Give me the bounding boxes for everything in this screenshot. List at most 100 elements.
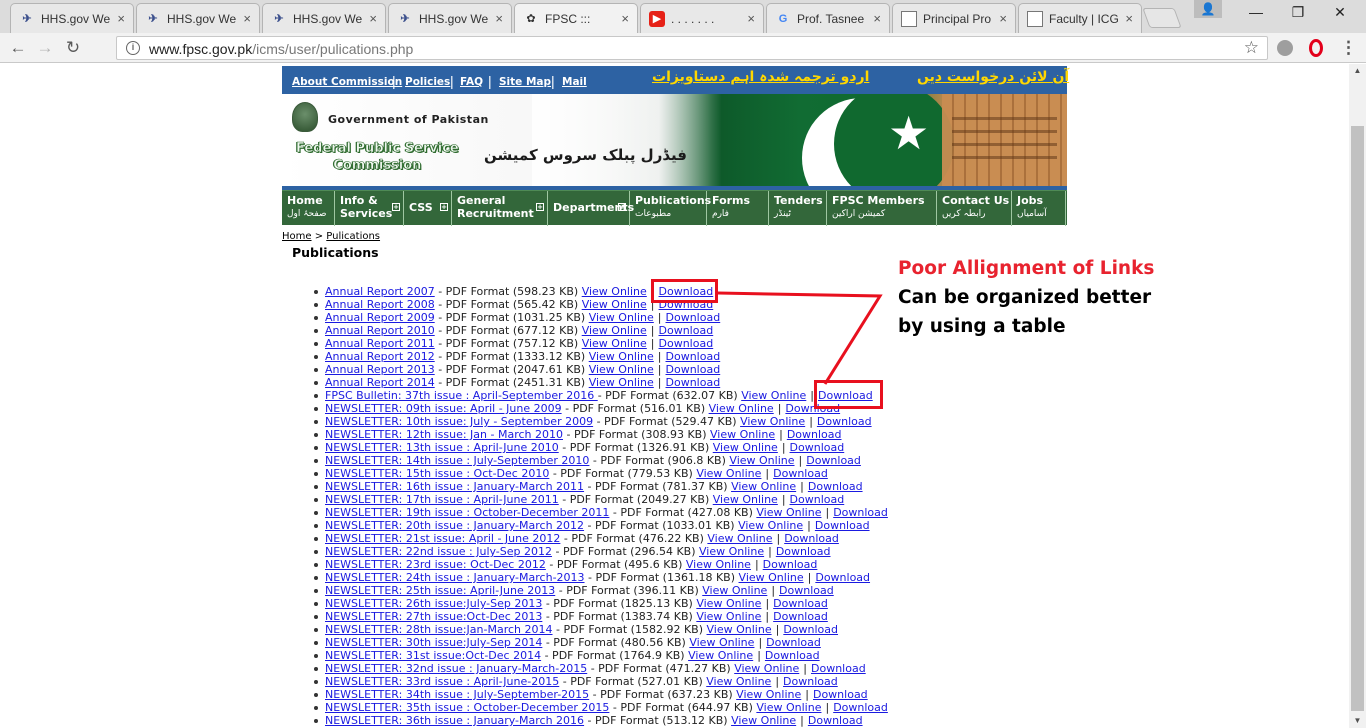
about-commission-link[interactable]: About Commission [292, 76, 402, 88]
vertical-scrollbar[interactable]: ▲ ▼ [1349, 64, 1366, 728]
nav-item-tenders[interactable]: Tenders ٹینڈر [769, 191, 827, 226]
browser-tab[interactable]: ✈ HHS.gov We × [388, 3, 512, 33]
tab-close-icon[interactable]: × [369, 11, 377, 26]
site-map-link[interactable]: Site Map [499, 76, 551, 88]
download-link[interactable]: Download [833, 701, 888, 714]
browser-tab[interactable]: ✿ FPSC ::: × [514, 3, 638, 33]
publication-title-link[interactable]: Annual Report 2007 [325, 285, 435, 298]
view-online-link[interactable]: View Online [706, 675, 771, 688]
browser-menu-icon[interactable]: ⋮ [1340, 38, 1357, 58]
tab-close-icon[interactable]: × [747, 11, 755, 26]
view-online-link[interactable]: View Online [702, 584, 767, 597]
expand-plus-icon[interactable]: + [440, 203, 448, 211]
profile-icon[interactable]: 👤 [1194, 0, 1222, 18]
browser-tab[interactable]: Principal Pro × [892, 3, 1016, 33]
publication-title-link[interactable]: NEWSLETTER: 24th issue : January-March-2… [325, 571, 585, 584]
bookmark-star-icon[interactable]: ☆ [1244, 38, 1259, 58]
browser-tab[interactable]: Faculty | ICG × [1018, 3, 1142, 33]
publication-title-link[interactable]: NEWSLETTER: 14th issue : July-September … [325, 454, 589, 467]
view-online-link[interactable]: View Online [740, 415, 805, 428]
download-link[interactable]: Download [773, 467, 828, 480]
view-online-link[interactable]: View Online [713, 493, 778, 506]
view-online-link[interactable]: View Online [582, 337, 647, 350]
publication-title-link[interactable]: NEWSLETTER: 34th issue : July-September-… [325, 688, 589, 701]
breadcrumb-home-link[interactable]: Home [282, 231, 312, 242]
download-link[interactable]: Download [773, 597, 828, 610]
download-link[interactable]: Download [666, 311, 721, 324]
nav-item-home[interactable]: Home صفحۂ اول [282, 191, 335, 226]
browser-tab[interactable]: ✈ HHS.gov We × [10, 3, 134, 33]
download-link[interactable]: Download [666, 363, 721, 376]
publication-title-link[interactable]: NEWSLETTER: 19th issue : October-Decembe… [325, 506, 609, 519]
publication-title-link[interactable]: NEWSLETTER: 13th issue : April-June 2010 [325, 441, 559, 454]
view-online-link[interactable]: View Online [589, 376, 654, 389]
expand-plus-icon[interactable]: + [392, 203, 400, 211]
publication-title-link[interactable]: Annual Report 2013 [325, 363, 435, 376]
nav-item-departments[interactable]: Departments + [548, 191, 634, 226]
download-link[interactable]: Download [765, 649, 820, 662]
view-online-link[interactable]: View Online [589, 311, 654, 324]
nav-item-general[interactable]: General Recruitment + [452, 191, 548, 226]
nav-item-contact-us[interactable]: Contact Us رابطہ کریں [937, 191, 1012, 226]
view-online-link[interactable]: View Online [589, 363, 654, 376]
publication-title-link[interactable]: NEWSLETTER: 28th issue:Jan-March 2014 [325, 623, 553, 636]
opera-extension-icon[interactable] [1309, 39, 1323, 57]
view-online-link[interactable]: View Online [709, 402, 774, 415]
download-link[interactable]: Download [811, 662, 866, 675]
nav-item-publications[interactable]: Publications مطبوعات [630, 191, 711, 226]
scrollbar-thumb[interactable] [1351, 126, 1364, 711]
expand-plus-icon[interactable]: + [618, 203, 626, 211]
tab-close-icon[interactable]: × [1125, 11, 1133, 26]
publication-title-link[interactable]: NEWSLETTER: 17th issue : April-June 2011 [325, 493, 559, 506]
publication-title-link[interactable]: NEWSLETTER: 25th issue: April-June 2013 [325, 584, 555, 597]
publication-title-link[interactable]: NEWSLETTER: 33rd issue : April-June-2015 [325, 675, 559, 688]
view-online-link[interactable]: View Online [729, 454, 794, 467]
publication-title-link[interactable]: NEWSLETTER: 16th issue : January-March 2… [325, 480, 584, 493]
view-online-link[interactable]: View Online [756, 701, 821, 714]
browser-tab[interactable]: ✈ HHS.gov We × [262, 3, 386, 33]
view-online-link[interactable]: View Online [689, 636, 754, 649]
info-icon[interactable]: i [126, 41, 140, 55]
minimize-button[interactable]: — [1234, 4, 1278, 24]
publication-title-link[interactable]: NEWSLETTER: 12th issue: Jan - March 2010 [325, 428, 563, 441]
publication-title-link[interactable]: NEWSLETTER: 21st issue: April - June 201… [325, 532, 560, 545]
publication-title-link[interactable]: NEWSLETTER: 10th issue: July - September… [325, 415, 593, 428]
download-link[interactable]: Download [815, 571, 870, 584]
download-link[interactable]: Download [773, 610, 828, 623]
publication-title-link[interactable]: NEWSLETTER: 20th issue : January-March 2… [325, 519, 584, 532]
address-bar[interactable]: i www.fpsc.gov.pk/icms/user/pulications.… [116, 36, 1268, 60]
download-link[interactable]: Download [783, 623, 838, 636]
publication-title-link[interactable]: NEWSLETTER: 23rd issue: Oct-Dec 2012 [325, 558, 546, 571]
publication-title-link[interactable]: Annual Report 2009 [325, 311, 435, 324]
publication-title-link[interactable]: FPSC Bulletin: 37th issue : April-Septem… [325, 389, 598, 402]
download-link[interactable]: Download [815, 519, 870, 532]
nav-item-info[interactable]: Info & Services + [335, 191, 404, 226]
download-link[interactable]: Download [787, 428, 842, 441]
nav-item-forms[interactable]: Forms فارم [707, 191, 769, 226]
view-online-link[interactable]: View Online [756, 506, 821, 519]
download-link[interactable]: Download [659, 324, 714, 337]
reload-button[interactable]: ↻ [62, 37, 84, 59]
publication-title-link[interactable]: NEWSLETTER: 22nd issue : July-Sep 2012 [325, 545, 552, 558]
publication-title-link[interactable]: NEWSLETTER: 30th issue:July-Sep 2014 [325, 636, 542, 649]
tab-close-icon[interactable]: × [999, 11, 1007, 26]
publication-title-link[interactable]: NEWSLETTER: 32nd issue : January-March-2… [325, 662, 587, 675]
nav-item-jobs[interactable]: Jobs آسامیاں [1012, 191, 1066, 226]
download-link[interactable]: Download [763, 558, 818, 571]
view-online-link[interactable]: View Online [739, 571, 804, 584]
view-online-link[interactable]: View Online [731, 714, 796, 727]
download-link[interactable]: Download [776, 545, 831, 558]
extension-icon[interactable] [1277, 40, 1293, 56]
publication-title-link[interactable]: Annual Report 2008 [325, 298, 435, 311]
publication-title-link[interactable]: Annual Report 2014 [325, 376, 435, 389]
breadcrumb-current-link[interactable]: Pulications [326, 231, 380, 242]
view-online-link[interactable]: View Online [696, 610, 761, 623]
publication-title-link[interactable]: NEWSLETTER: 31st issue:Oct-Dec 2014 [325, 649, 541, 662]
publication-title-link[interactable]: Annual Report 2010 [325, 324, 435, 337]
tab-close-icon[interactable]: × [117, 11, 125, 26]
browser-tab[interactable]: ▶ . . . . . . . × [640, 3, 764, 33]
urdu-documents-link[interactable]: اردو ترجمہ شدہ اہم دستاویزات [652, 69, 869, 85]
download-link[interactable]: Download [813, 688, 868, 701]
back-button[interactable]: ← [7, 37, 29, 59]
view-online-link[interactable]: View Online [696, 597, 761, 610]
